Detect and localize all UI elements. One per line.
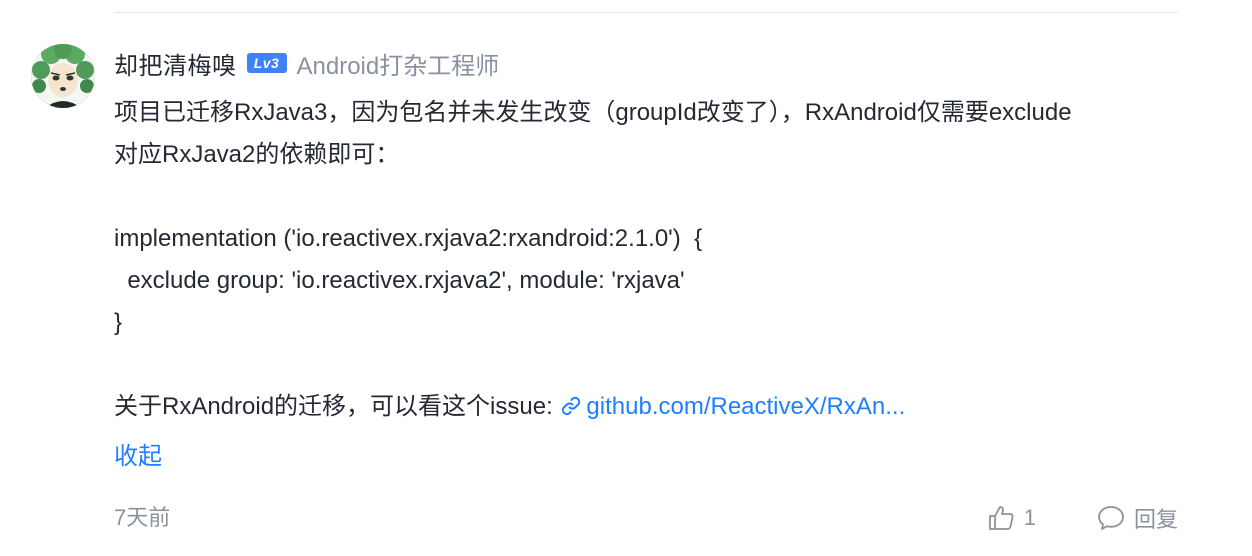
comment-actions: 1 回复 [986,498,1178,538]
avatar-image [31,44,95,108]
reply-label: 回复 [1133,507,1178,532]
comment-time: 7天前 [114,505,171,530]
username[interactable]: 却把清梅嗅 [114,46,237,81]
comment-line [114,344,1184,386]
issue-line: 关于RxAndroid的迁移，可以看这个issue: github.com/Re… [114,386,1184,428]
top-divider [114,12,1178,13]
user-title: Android打杂工程师 [296,52,500,80]
collapse-button[interactable]: 收起 [114,436,162,478]
avatar[interactable] [31,44,95,108]
code-line: exclude group: 'io.reactivex.rxjava2', m… [114,267,685,294]
issue-prefix: 关于RxAndroid的迁移，可以看这个issue: [114,393,560,420]
code-line: } [114,309,123,336]
comment-line: 对应RxJava2的依赖即可： [114,141,400,168]
level-badge: Lv3 [246,53,287,73]
reply-button[interactable]: 回复 [1096,502,1178,534]
comment-line: 项目已迁移RxJava3，因为包名并未发生改变（groupId改变了），RxAn… [114,99,1072,126]
link-icon [562,396,581,416]
comment-footer: 7天前 1 回复 [114,498,1178,538]
issue-link[interactable]: github.com/ReactiveX/RxAn... [559,393,905,420]
like-count: 1 [1023,505,1036,530]
comment-line [114,176,1184,218]
code-line: implementation ('io.reactivex.rxjava2:rx… [114,225,703,252]
comment-bubble-icon [1098,506,1124,530]
like-button[interactable]: 1 [986,503,1036,533]
comment-header: 却把清梅嗅 Lv3 Android打杂工程师 [114,44,499,82]
issue-link-text: github.com/ReactiveX/RxAn... [586,393,906,420]
comment-body: 项目已迁移RxJava3，因为包名并未发生改变（groupId改变了），RxAn… [114,92,1184,428]
level-badge-text: Lv3 [253,55,280,71]
thumbs-up-icon [988,506,1014,530]
